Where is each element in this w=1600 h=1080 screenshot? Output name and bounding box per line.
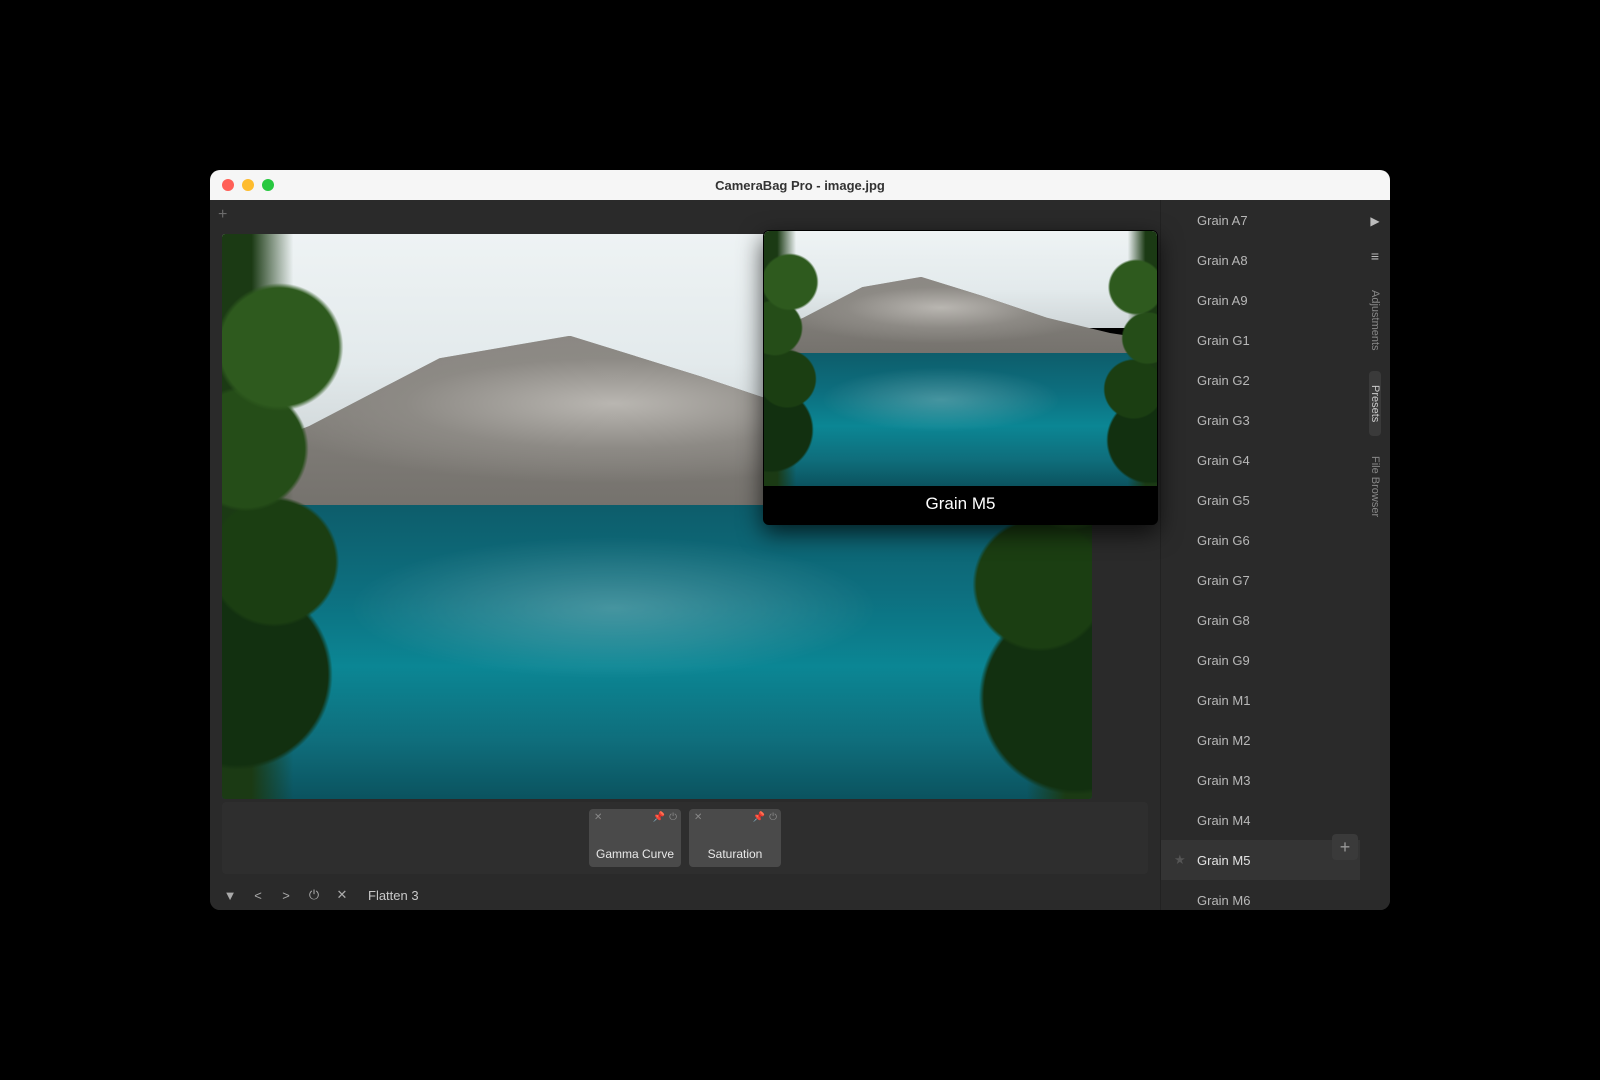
main-area: +	[210, 200, 1160, 910]
next-icon[interactable]: >	[278, 888, 294, 903]
preset-item[interactable]: Grain G9	[1161, 640, 1360, 680]
adjustment-tiles-panel: ✕ 📌 ⏻ Gamma Curve ✕ 📌 ⏻ Saturation	[222, 802, 1148, 874]
prev-icon[interactable]: <	[250, 888, 266, 903]
close-icon[interactable]: ✕	[594, 812, 602, 823]
preset-item[interactable]: Grain A7	[1161, 200, 1360, 240]
tile-saturation[interactable]: ✕ 📌 ⏻ Saturation	[689, 809, 781, 867]
preset-item[interactable]: Grain M5	[1161, 840, 1360, 880]
preset-item[interactable]: Grain A8	[1161, 240, 1360, 280]
tile-label: Saturation	[708, 847, 763, 861]
vtab-file-browser[interactable]: File Browser	[1369, 442, 1381, 531]
preset-item[interactable]: Grain G6	[1161, 520, 1360, 560]
preset-item[interactable]: Grain M3	[1161, 760, 1360, 800]
close-icon[interactable]: ✕	[334, 887, 350, 903]
preset-item[interactable]: Grain G8	[1161, 600, 1360, 640]
preset-item[interactable]: Grain G3	[1161, 400, 1360, 440]
preset-item[interactable]: Grain G5	[1161, 480, 1360, 520]
dropdown-icon[interactable]: ▼	[222, 888, 238, 903]
preset-item[interactable]: Grain M6	[1161, 880, 1360, 910]
pin-icon[interactable]: 📌	[653, 812, 665, 823]
play-icon[interactable]: ▶	[1370, 206, 1379, 236]
zoom-window-icon[interactable]	[262, 179, 274, 191]
preset-item[interactable]: Grain G4	[1161, 440, 1360, 480]
document-tabbar: +	[210, 200, 1160, 230]
preset-preview-popup: Grain M5	[763, 230, 1158, 525]
vtab-presets[interactable]: Presets	[1369, 371, 1381, 436]
window-title: CameraBag Pro - image.jpg	[210, 178, 1390, 193]
power-icon[interactable]: ⏻	[769, 812, 777, 823]
add-preset-button[interactable]: +	[1332, 834, 1358, 860]
preset-preview-image	[764, 231, 1157, 486]
vertical-tabstrip: ▶ ≡ Adjustments Presets File Browser	[1360, 200, 1390, 910]
titlebar: CameraBag Pro - image.jpg	[210, 170, 1390, 200]
pin-icon[interactable]: 📌	[753, 812, 765, 823]
app-body: +	[210, 200, 1390, 910]
preset-item[interactable]: Grain A9	[1161, 280, 1360, 320]
add-tab-button[interactable]: +	[218, 207, 227, 223]
tile-gamma-curve[interactable]: ✕ 📌 ⏻ Gamma Curve	[589, 809, 681, 867]
window-controls	[222, 179, 274, 191]
preset-item[interactable]: Grain G1	[1161, 320, 1360, 360]
preset-item[interactable]: Grain G2	[1161, 360, 1360, 400]
tile-actions: 📌 ⏻	[753, 812, 777, 823]
minimize-window-icon[interactable]	[242, 179, 254, 191]
close-icon[interactable]: ✕	[694, 812, 702, 823]
vtab-adjustments[interactable]: Adjustments	[1369, 276, 1381, 365]
tile-actions: 📌 ⏻	[653, 812, 677, 823]
presets-sidebar[interactable]: Grain A7Grain A8Grain A9Grain G1Grain G2…	[1160, 200, 1360, 910]
preset-item[interactable]: Grain M1	[1161, 680, 1360, 720]
preset-item[interactable]: Grain G7	[1161, 560, 1360, 600]
preset-preview-label: Grain M5	[764, 486, 1157, 524]
power-icon[interactable]: ⏻	[306, 887, 322, 903]
footer-text: Flatten 3	[368, 888, 419, 903]
preset-item[interactable]: Grain M2	[1161, 720, 1360, 760]
power-icon[interactable]: ⏻	[669, 812, 677, 823]
tile-label: Gamma Curve	[596, 847, 674, 861]
close-window-icon[interactable]	[222, 179, 234, 191]
footer-toolbar: ▼ < > ⏻ ✕ Flatten 3	[210, 880, 1160, 910]
canvas-wrap: Grain M5	[210, 230, 1160, 802]
app-window: CameraBag Pro - image.jpg +	[210, 170, 1390, 910]
menu-icon[interactable]: ≡	[1371, 242, 1379, 270]
preset-item[interactable]: Grain M4	[1161, 800, 1360, 840]
